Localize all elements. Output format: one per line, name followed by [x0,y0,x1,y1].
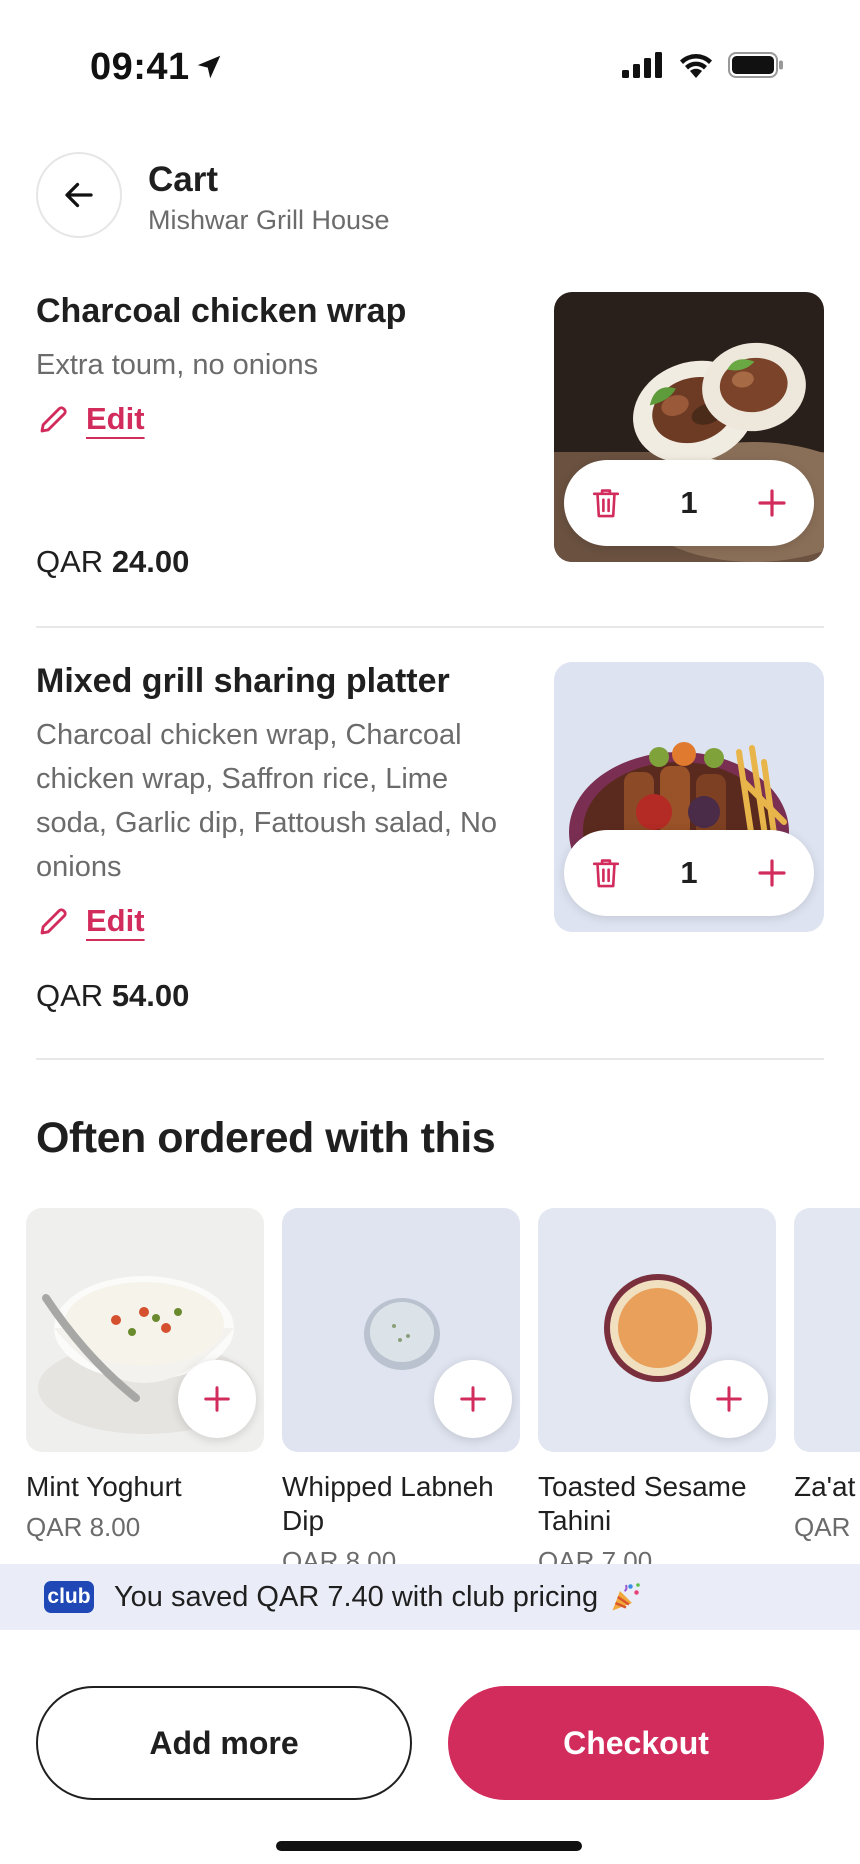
add-more-button[interactable]: Add more [36,1686,412,1800]
battery-icon [728,52,783,78]
recommendation-card[interactable]: Whipped Labneh Dip QAR 8.00 [282,1208,520,1564]
signal-icon [622,52,662,78]
item-price: QAR 24.00 [36,544,189,580]
pencil-icon [40,406,67,433]
status-time: 09:41 [90,46,190,88]
plus-icon [204,1386,230,1412]
trash-icon[interactable] [590,486,622,520]
home-indicator[interactable] [276,1841,582,1851]
section-title: Often ordered with this [36,1114,496,1162]
back-button[interactable] [36,152,122,238]
edit-link[interactable]: Edit [86,903,145,939]
quantity-stepper: 1 [564,830,814,916]
restaurant-name: Mishwar Grill House [148,205,390,235]
recommendation-card[interactable]: Mint Yoghurt QAR 8.00 [26,1208,264,1543]
divider [36,626,824,628]
party-popper-icon [612,1583,640,1611]
recommendation-card[interactable]: Toasted Sesame Tahini QAR 7.00 [538,1208,776,1564]
recommendation-price: QAR 8.00 [282,1546,397,1564]
add-to-cart-button[interactable] [434,1360,512,1438]
recommendation-card[interactable]: Za'at QAR [794,1208,860,1543]
page-title: Cart [148,160,219,199]
plus-icon[interactable] [756,857,788,889]
price-amount: 24.00 [111,544,190,579]
recommendation-image [794,1208,860,1452]
status-indicators [622,52,784,78]
club-savings-banner: club You saved QAR 7.40 with club pricin… [0,1564,860,1630]
recommendation-price: QAR 7.00 [538,1546,653,1564]
divider [36,1058,824,1060]
price-amount: 54.00 [111,978,190,1013]
add-to-cart-button[interactable] [178,1360,256,1438]
price-currency: QAR [36,544,104,579]
item-description: Extra toum, no onions [36,349,319,381]
zaatar-photo [794,1208,860,1452]
plus-icon[interactable] [756,487,788,519]
recommendation-price: QAR [794,1512,851,1542]
recommendation-name: Toasted Sesame Tahini [538,1471,747,1536]
cart-item: Mixed grill sharing platter Charcoal chi… [36,662,824,1022]
club-badge: club [44,1581,94,1613]
trash-icon[interactable] [590,856,622,890]
checkout-button[interactable]: Checkout [448,1686,824,1800]
wifi-icon [680,54,712,78]
pencil-icon [40,908,67,935]
status-bar: 09:41 [0,0,860,130]
quantity-value: 1 [680,485,698,520]
item-price: QAR 54.00 [36,978,189,1014]
edit-link[interactable]: Edit [86,401,145,437]
recommendation-name: Za'at [794,1471,856,1502]
recommendations-carousel[interactable]: Mint Yoghurt QAR 8.00 Whipped Labneh Dip… [26,1208,860,1564]
arrow-left-icon [65,182,93,208]
quantity-value: 1 [680,855,698,890]
item-description: Charcoal chicken wrap, Charcoal chicken … [36,719,498,883]
cart-item: Charcoal chicken wrap Extra toum, no oni… [36,292,824,592]
recommendation-name: Mint Yoghurt [26,1471,182,1502]
recommendation-name: Whipped Labneh Dip [282,1471,494,1536]
plus-icon [716,1386,742,1412]
plus-icon [460,1386,486,1412]
location-arrow-icon [197,55,221,79]
recommendation-price: QAR 8.00 [26,1512,141,1542]
quantity-stepper: 1 [564,460,814,546]
add-to-cart-button[interactable] [690,1360,768,1438]
price-currency: QAR [36,978,104,1013]
club-savings-text: You saved QAR 7.40 with club pricing [114,1580,599,1613]
